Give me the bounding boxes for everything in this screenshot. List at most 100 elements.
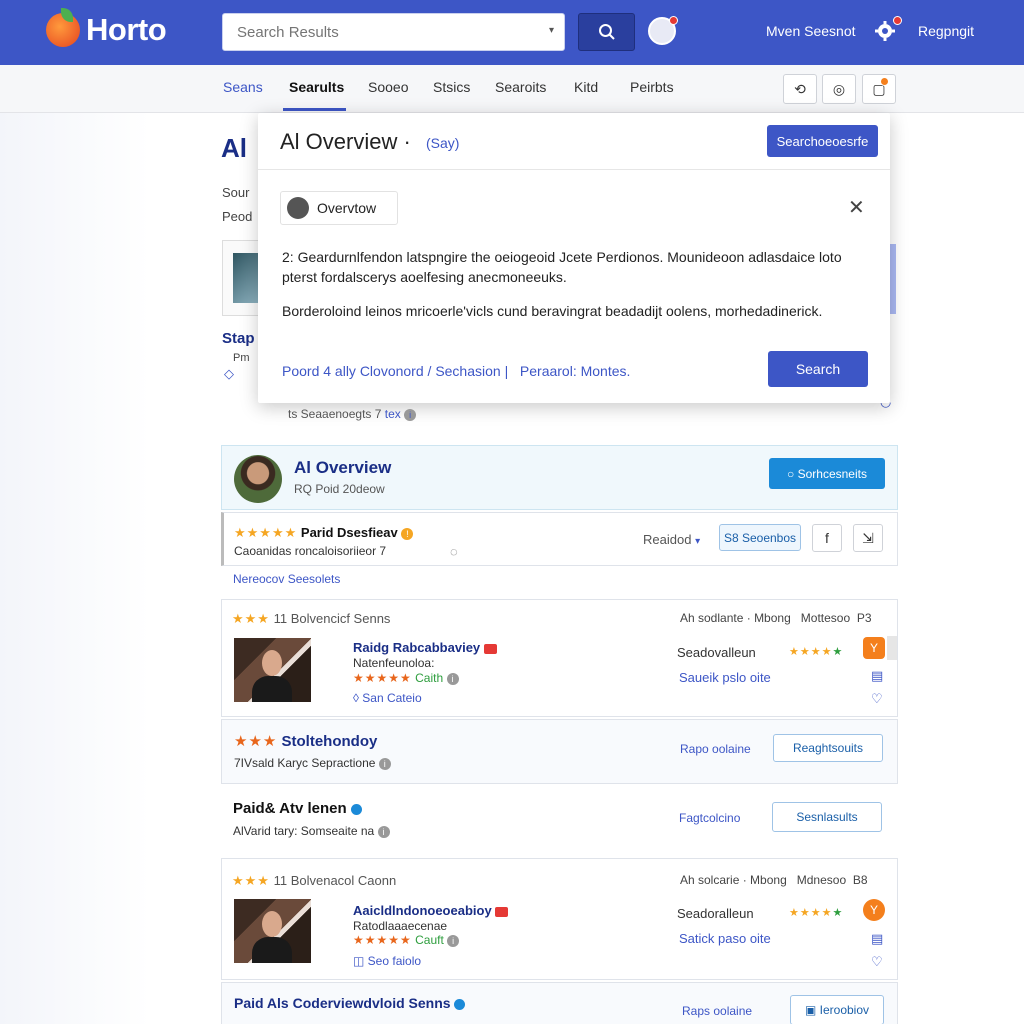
- heart-icon[interactable]: ♡: [871, 954, 883, 970]
- popup-link-2[interactable]: Sechasion: [435, 363, 500, 379]
- background-side-label: Stap: [222, 330, 255, 347]
- result-card-4[interactable]: Paid& Atv lenen AlVarid tary: Somseaite …: [221, 786, 898, 856]
- overview-card-subtitle: RQ Poid 20deow: [294, 482, 385, 496]
- tab-2[interactable]: Searults: [289, 79, 344, 95]
- popup-under-line: ts Seaaenoegts 7 tex i: [288, 407, 417, 421]
- pin-icon: ◊: [353, 691, 363, 705]
- heart-icon[interactable]: ♡: [871, 691, 883, 707]
- info-icon: i: [446, 672, 459, 685]
- bookmark-icon[interactable]: ▢: [862, 74, 896, 104]
- result-1-badge[interactable]: S8 Seoenbos: [719, 524, 801, 551]
- location-icon: ◇: [224, 366, 234, 381]
- overview-icon: [287, 197, 309, 219]
- result-6-button[interactable]: ▣ Ieroobiov: [790, 995, 884, 1024]
- y-icon[interactable]: Y: [863, 899, 885, 921]
- info-icon: i: [377, 825, 390, 838]
- search-button[interactable]: [578, 13, 635, 51]
- result-4-title: Paid& Atv lenen: [233, 800, 347, 817]
- info-icon: i: [447, 934, 460, 947]
- gear-icon[interactable]: [874, 20, 896, 42]
- result-1-link[interactable]: Nereocov Seesolets: [233, 572, 340, 586]
- result-6-title: Paid Als Coderviewdvloid Senns: [234, 995, 451, 1011]
- result-1-dropdown[interactable]: Reaidod ▾: [643, 532, 700, 547]
- close-icon[interactable]: ✕: [848, 195, 865, 220]
- chevron-down-icon[interactable]: ▾: [549, 25, 554, 36]
- active-tab-indicator: [283, 108, 346, 111]
- map-icon: ◫: [353, 954, 368, 968]
- settings-badge: [893, 16, 902, 25]
- share-icon[interactable]: ⟲: [783, 74, 817, 104]
- left-margin: [0, 113, 150, 1024]
- popup-title: Al Overview ·: [280, 129, 411, 154]
- result-5-name: Aaicldlndonoeoeabioy: [353, 903, 492, 918]
- result-5-right-link[interactable]: Satick paso oite: [679, 931, 771, 946]
- result-card-2[interactable]: ★★★ 11 Bolvencicf Senns Ah sodlante · Mb…: [221, 599, 898, 717]
- ai-overview-popup: Al Overview · (Say) Searchoeoesrfe Overv…: [258, 113, 890, 403]
- overview-chip[interactable]: Overvtow: [280, 191, 398, 225]
- logo-icon: [46, 8, 80, 47]
- clipboard-icon[interactable]: ▤: [871, 931, 883, 947]
- popup-search-button[interactable]: Search: [768, 351, 868, 387]
- result-1-title: Parid Dsesfieav: [300, 525, 398, 540]
- result-4-link[interactable]: Fagtcolcino: [679, 811, 740, 825]
- verified-icon: [454, 998, 466, 1010]
- search-box[interactable]: ▾: [222, 13, 565, 51]
- notification-badge: [669, 16, 678, 25]
- search-input[interactable]: [223, 14, 523, 50]
- user-name[interactable]: Mven Seesnot: [766, 23, 856, 39]
- result-2-right-link[interactable]: Saueik pslo oite: [679, 670, 771, 685]
- overview-card-button[interactable]: ○ Sorhcesneits: [769, 458, 885, 489]
- logo[interactable]: Horto: [46, 8, 167, 48]
- result-2-name: Raidg Rabcabbaviey: [353, 640, 481, 655]
- refresh-icon[interactable]: ◎: [822, 74, 856, 104]
- result-3-button[interactable]: Reaghtsouits: [773, 734, 883, 762]
- popup-link-3[interactable]: Peraarol: Montes.: [520, 363, 631, 379]
- star-rating-icon: ★★★★★: [353, 933, 412, 947]
- popup-title-sub[interactable]: (Say): [426, 135, 459, 151]
- y-icon[interactable]: Y: [863, 637, 885, 659]
- result-2-rating-text: Caith: [415, 671, 444, 685]
- star-rating-icon: ★★★★★: [234, 525, 298, 540]
- doc-icon: ▣: [804, 1003, 820, 1017]
- share-icon[interactable]: ⇲: [853, 524, 883, 552]
- result-6-link[interactable]: Raps oolaine: [682, 1004, 752, 1018]
- facebook-icon[interactable]: f: [812, 524, 842, 552]
- result-card-3[interactable]: ★★★ Stoltehondoy 7IVsald Karyc Sepractio…: [221, 719, 898, 784]
- popup-paragraph-2: Borderoloind leinos mricoerle'vicls cund…: [282, 303, 823, 319]
- result-3-link[interactable]: Rapo oolaine: [680, 742, 751, 756]
- bookmark-badge: [880, 77, 889, 86]
- logo-text: Horto: [86, 12, 167, 47]
- result-card-6[interactable]: Paid Als Coderviewdvloid Senns Raps oola…: [221, 982, 898, 1024]
- result-5-name-sub: Ratodlaaaecenae: [353, 919, 448, 933]
- register-link[interactable]: Regpngit: [918, 23, 974, 39]
- background-side-label-2: Pm: [233, 352, 250, 364]
- tab-4[interactable]: Stsics: [433, 79, 470, 95]
- profile-photo[interactable]: [234, 899, 311, 963]
- badge-icon: !: [401, 527, 414, 540]
- star-rating-icon: ★★★: [234, 733, 278, 750]
- popup-links: Poord 4 ally Clovonord / Sechasion | Per…: [282, 363, 631, 379]
- refresh-small-icon: ◌: [450, 544, 458, 559]
- star-rating-icon: ★★★★★: [353, 671, 412, 685]
- result-3-title: Stoltehondoy: [281, 733, 378, 750]
- tag-icon: [495, 906, 509, 917]
- popup-link-1[interactable]: Poord 4 ally Clovonord: [282, 363, 424, 379]
- under-line-link[interactable]: tex: [385, 407, 401, 421]
- background-line-1: Sour: [222, 185, 250, 200]
- clipboard-icon[interactable]: ▤: [871, 668, 883, 684]
- result-card-5[interactable]: ★★★ 11 Bolvenacol Caonn Ah solcarie · Mb…: [221, 858, 898, 980]
- tab-6[interactable]: Kitd: [574, 79, 598, 95]
- info-icon: i: [404, 408, 417, 421]
- tab-5[interactable]: Searoits: [495, 79, 546, 95]
- background-title: Al: [221, 133, 247, 163]
- result-5-meta: Ah solcarie · Mbong Mdnesoo B8: [680, 873, 868, 887]
- result-card-1[interactable]: ★★★★★ Parid Dsesfieav ! Caoanidas roncal…: [221, 512, 898, 566]
- popup-header-button[interactable]: Searchoeoesrfe: [767, 125, 878, 157]
- tab-7[interactable]: Peirbts: [630, 79, 674, 95]
- overview-chip-label: Overvtow: [317, 200, 377, 216]
- tab-3[interactable]: Sooeo: [368, 79, 408, 95]
- background-line-2: Peod: [222, 209, 253, 224]
- result-4-button[interactable]: Sesnlasults: [772, 802, 882, 832]
- profile-photo[interactable]: [234, 638, 311, 702]
- tab-1[interactable]: Seans: [223, 79, 263, 95]
